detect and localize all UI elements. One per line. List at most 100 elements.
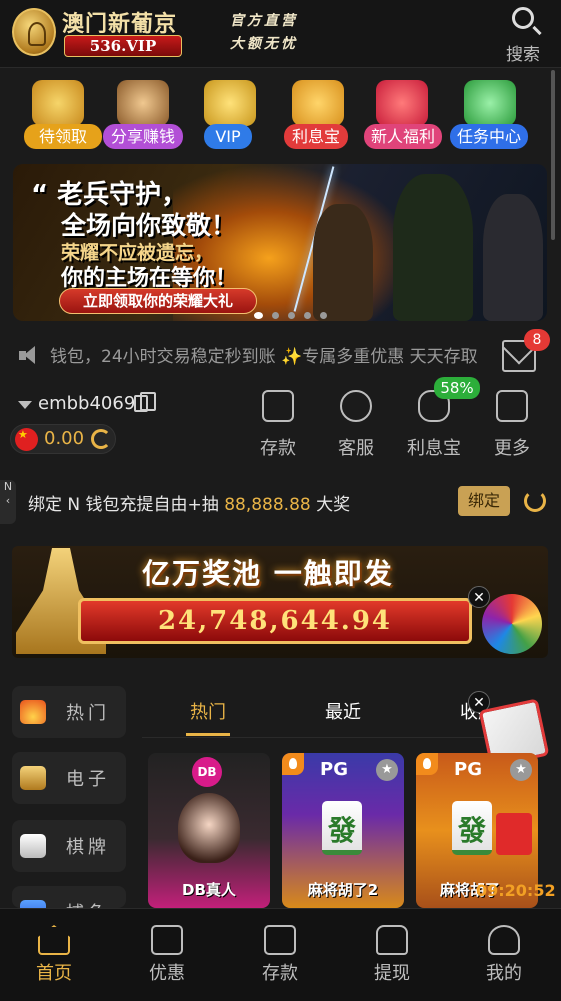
quick-link-label: 待领取 [24,124,102,149]
nav-home[interactable]: 首页 [16,925,92,985]
gift-icon [151,925,183,955]
close-icon[interactable]: ✕ [468,586,490,608]
quick-link-label: 利息宝 [284,124,348,149]
people-group-icon [117,80,169,126]
promo-banner[interactable]: “ 老兵守护， 全场向你致敬！ 荣耀不应被遗忘， 你的主场在等你！ 立即领取你的… [13,164,547,321]
currency-flag-icon [15,428,38,451]
category-slots[interactable]: 电子 [12,752,126,804]
slogan-line-2: 大额无忧 [230,36,298,52]
speaker-icon [18,344,40,366]
nav-deposit[interactable]: 存款 [242,925,318,985]
task-checklist-icon [464,80,516,126]
game-title: 麻将胡了2 [307,881,379,899]
provider-logo: DB [192,757,222,787]
category-label: 热门 [66,703,110,724]
tab-recent[interactable]: 最近 [325,698,361,724]
tab-active-indicator [186,733,230,736]
gift-box-icon [376,80,428,126]
tab-hot[interactable]: 热门 [190,698,226,724]
jackpot-title: 亿万奖池 一触即发 [142,557,394,590]
category-fishing[interactable]: 捕鱼 [12,886,126,908]
game-card-mahjong-ways-2[interactable]: PG ★ 發 麻将胡了2 [282,753,404,908]
action-label: 利息宝 [407,438,461,459]
quick-link-pending[interactable]: 待领取 [18,80,102,152]
quick-link-label: 任务中心 [450,124,528,149]
favorite-star-icon[interactable]: ★ [510,759,532,781]
brand-title[interactable]: 澳门新葡京 [62,6,177,38]
jackpot-amount: 24,748,644.94 [157,606,393,636]
mahjong-tile-art: 發 [452,801,492,855]
carousel-dots[interactable] [254,304,336,323]
piggy-bank-icon [292,80,344,126]
reload-icon[interactable] [524,490,546,512]
nav-label: 存款 [262,963,298,984]
chevron-down-icon[interactable] [18,401,32,409]
quick-link-interest[interactable]: 利息宝 [278,80,354,152]
announcement-text: 钱包，24小时交易稳定秒到账 ✨专属多重优惠 天天存取 [50,347,478,367]
carousel-dot[interactable] [272,312,279,319]
category-label: 棋牌 [66,837,110,858]
side-drawer-tab[interactable]: N ‹ [0,480,16,524]
action-support[interactable]: 客服 [318,390,388,460]
quick-link-tasks[interactable]: 任务中心 [450,80,528,152]
jackpot-banner[interactable]: 亿万奖池 一触即发 24,748,644.94 [12,546,548,658]
game-card-db-live[interactable]: DB DB真人 [148,753,270,908]
hot-flame-icon [416,753,438,775]
banner-soldier-art [393,174,473,321]
app-header: 澳门新葡京 536.VIP 官方直营 大额无忧 搜索 [0,0,561,68]
wallet-icon [262,390,294,422]
action-label: 客服 [338,438,374,459]
carousel-dot[interactable] [288,312,295,319]
username[interactable]: embb4069 [38,393,135,414]
carousel-dot[interactable] [304,312,311,319]
event-countdown: 09:20:52 [476,881,556,900]
nav-label: 优惠 [149,963,185,984]
banner-soldier-art [483,194,543,321]
nav-label: 我的 [486,963,522,984]
provider-logo: PG [454,759,482,780]
nav-profile[interactable]: 我的 [466,925,542,985]
quick-link-label: 新人福利 [364,124,442,149]
announcement-marquee[interactable]: 钱包，24小时交易稳定秒到账 ✨专属多重优惠 天天存取 [18,340,498,370]
nav-withdraw[interactable]: 提现 [354,925,430,985]
brand-logo-icon[interactable] [12,8,56,56]
flame-icon [20,700,46,724]
category-label: 捕鱼 [66,899,110,908]
action-more[interactable]: 更多 [474,390,544,460]
user-profile-icon [488,925,520,955]
quick-link-share[interactable]: 分享赚钱 [103,80,183,152]
slot-777-icon [20,766,46,790]
copy-icon[interactable] [134,392,156,412]
tab-divider [142,737,542,738]
hot-flame-icon [282,753,304,775]
side-tab-label: N [3,480,13,493]
nav-promotions[interactable]: 优惠 [129,925,205,985]
category-label: 电子 [66,769,110,790]
banner-headline-2: 全场向你致敬！ [61,211,237,240]
category-hot[interactable]: 热门 [12,686,126,738]
category-cards[interactable]: 棋牌 [12,820,126,872]
brand-domain[interactable]: 536.VIP [64,35,182,57]
favorite-star-icon[interactable]: ★ [376,759,398,781]
refresh-icon[interactable] [91,429,111,449]
dealer-portrait [178,793,240,863]
wallet-icon [264,925,296,955]
jackpot-amount-bar: 24,748,644.94 [78,598,472,644]
quick-link-label: 分享赚钱 [103,124,183,149]
search-icon [512,7,534,29]
carousel-dot[interactable] [320,312,327,319]
red-envelope-art [496,813,532,855]
carousel-dot-active[interactable] [254,312,263,319]
balance-pill: 0.00 [10,424,116,454]
nav-label: 提现 [374,963,410,984]
action-deposit[interactable]: 存款 [240,390,310,460]
lucky-wheel-icon[interactable] [482,594,542,654]
search-button[interactable]: 搜索 [504,4,550,65]
quick-link-vip[interactable]: VIP [190,80,266,152]
bind-button[interactable]: 绑定 [458,486,510,516]
page-scrollbar[interactable] [551,70,555,240]
banner-cta-button[interactable]: 立即领取你的荣耀大礼 [59,288,257,314]
action-interest[interactable]: 利息宝 [396,390,466,460]
search-label: 搜索 [506,45,540,65]
quick-link-newbie[interactable]: 新人福利 [362,80,442,152]
